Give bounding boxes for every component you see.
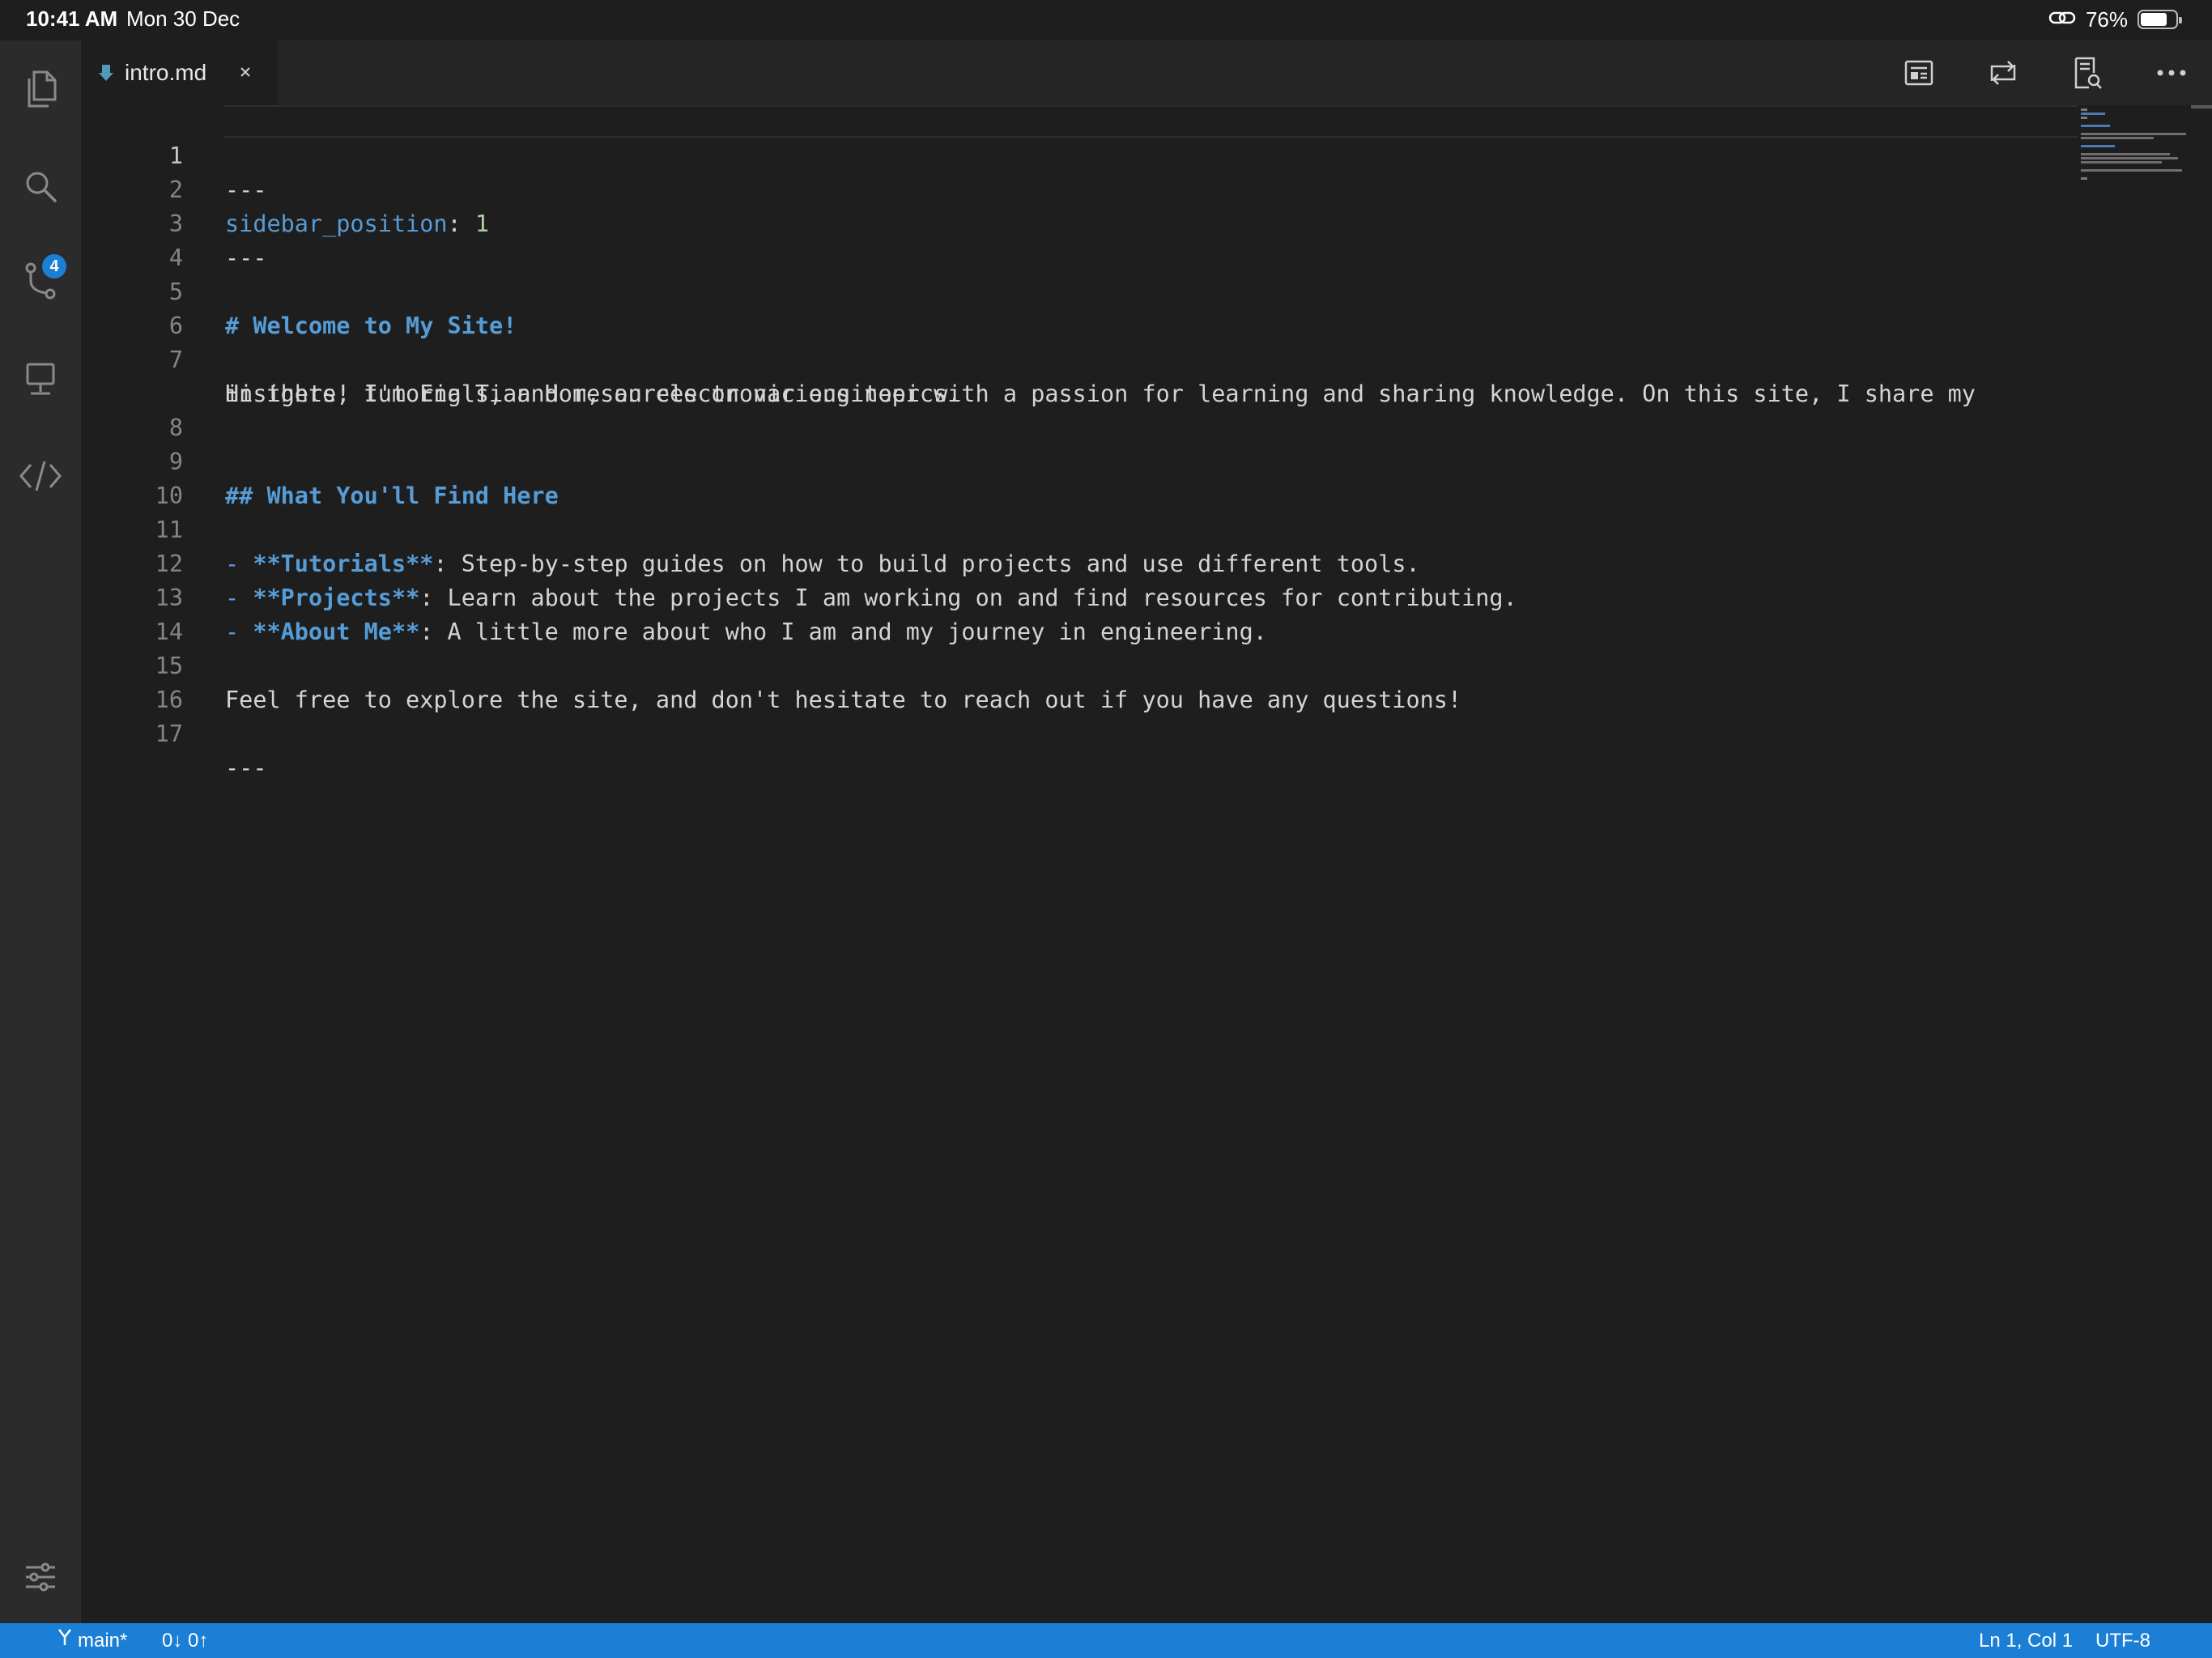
- minimap-line: [2081, 161, 2162, 164]
- minimap-line: [2081, 169, 2182, 172]
- heading-text: # Welcome to My Site!: [225, 312, 517, 339]
- tab-intro-md[interactable]: intro.md: [81, 40, 277, 105]
- code-line: 7 Hi there! I'm Eng Tian Hom, an electro…: [81, 309, 1976, 407]
- code-line: 16: [81, 649, 183, 713]
- sync-status[interactable]: 0↓ 0↑: [162, 1623, 208, 1658]
- status-bar: main* 0↓ 0↑ Ln 1, Col 1 UTF-8: [0, 1623, 2212, 1658]
- battery-percentage: 76%: [2085, 6, 2128, 32]
- heading-text: ## What You'll Find Here: [225, 483, 559, 509]
- code-line: 14: [81, 581, 183, 645]
- code-line: 10: [81, 445, 183, 509]
- code-line: 8: [81, 377, 183, 441]
- code-line: 4: [81, 207, 183, 271]
- list-text: : Learn about the projects I am working …: [419, 585, 1517, 611]
- bold-text: **Projects**: [253, 585, 420, 611]
- branch-name: main*: [78, 1630, 128, 1652]
- remote-explorer-icon[interactable]: [16, 355, 65, 403]
- bold-text: **Tutorials**: [253, 551, 434, 577]
- code-line: 3 ---: [81, 173, 267, 271]
- line-text-wrapped: insights, tutorials, and resources on va…: [225, 380, 962, 407]
- minimap-line: [2081, 113, 2105, 115]
- search-preview-icon[interactable]: [2065, 50, 2110, 96]
- code-line: 6: [81, 275, 183, 339]
- line-text: - **About Me**: A little more about who …: [225, 615, 1267, 649]
- code-editor[interactable]: 1 --- 2 sidebar_position: 1 3 --- 4 5 # …: [81, 105, 2212, 1623]
- search-icon[interactable]: [16, 162, 65, 210]
- code-line: 17 ---: [81, 683, 267, 781]
- link-icon: [2048, 8, 2076, 32]
- editor-tab-bar: intro.md: [81, 40, 2212, 105]
- minimap-line: [2081, 157, 2178, 159]
- list-text: : A little more about who I am and my jo…: [419, 619, 1267, 645]
- list-bullet: -: [225, 585, 253, 611]
- system-time: 10:41 AM: [26, 6, 118, 31]
- activity-bar: 4: [0, 40, 81, 1623]
- minimap-line: [2081, 125, 2110, 127]
- branch-icon: [57, 1623, 73, 1658]
- system-status-bar: 10:41 AM Mon 30 Dec 76%: [0, 0, 2212, 40]
- code-line: 5 # Welcome to My Site!: [81, 241, 517, 339]
- current-line-highlight: [223, 105, 2078, 138]
- minimap-line: [2081, 153, 2170, 155]
- minimap[interactable]: [2078, 105, 2191, 202]
- line-text: ---: [225, 244, 267, 271]
- line-text: - **Tutorials**: Step-by-step guides on …: [225, 547, 1420, 581]
- battery-level-fill: [2141, 13, 2167, 26]
- minimap-line: [2081, 117, 2087, 119]
- code-line: 15 Feel free to explore the site, and do…: [81, 615, 1461, 713]
- scrollbar-thumb[interactable]: [2191, 105, 2212, 108]
- minimap-line: [2081, 108, 2087, 111]
- cursor-position[interactable]: Ln 1, Col 1: [1979, 1623, 2073, 1658]
- open-preview-icon[interactable]: [1896, 50, 1942, 96]
- code-line: 11 - **Tutorials**: Step-by-step guides …: [81, 479, 1420, 577]
- minimap-line: [2081, 133, 2186, 135]
- minimap-line: [2081, 137, 2154, 139]
- system-indicators: 76%: [2048, 5, 2182, 34]
- code-line-wrap: insights, tutorials, and resources on va…: [81, 343, 961, 407]
- line-text: - **Projects**: Learn about the projects…: [225, 581, 1517, 615]
- close-icon[interactable]: [233, 60, 257, 84]
- tab-label: intro.md: [125, 60, 207, 85]
- code-line: 2 sidebar_position: 1: [81, 139, 489, 237]
- code-line: 1 ---: [81, 105, 267, 203]
- encoding-indicator[interactable]: UTF-8: [2095, 1623, 2150, 1658]
- compare-changes-icon[interactable]: [1980, 50, 2026, 96]
- battery-icon: [2138, 10, 2182, 29]
- vertical-scrollbar[interactable]: [2191, 105, 2212, 1623]
- list-bullet: -: [225, 619, 253, 645]
- frontmatter-value: 1: [474, 210, 490, 237]
- code-line: 12 - **Projects**: Learn about the proje…: [81, 513, 1517, 611]
- markdown-file-icon: [99, 63, 113, 83]
- frontmatter-key: sidebar_position: [225, 210, 448, 237]
- line-text: sidebar_position: 1: [225, 207, 489, 241]
- code-line: 9 ## What You'll Find Here: [81, 411, 559, 509]
- more-actions-icon[interactable]: [2149, 50, 2194, 96]
- list-bullet: -: [225, 551, 253, 577]
- branch-indicator[interactable]: main*: [57, 1623, 127, 1658]
- minimap-line: [2081, 177, 2087, 180]
- minimap-line: [2081, 145, 2115, 147]
- frontmatter-separator: :: [447, 210, 475, 237]
- bold-text: **About Me**: [253, 619, 420, 645]
- source-control-badge: 4: [42, 254, 66, 278]
- line-text: Feel free to explore the site, and don't…: [225, 687, 1462, 713]
- list-text: : Step-by-step guides on how to build pr…: [433, 551, 1420, 577]
- system-date: Mon 30 Dec: [126, 6, 240, 31]
- line-text: ---: [225, 176, 267, 203]
- settings-sliders-icon[interactable]: [16, 1553, 65, 1601]
- line-text: ---: [225, 755, 267, 781]
- code-icon[interactable]: [16, 452, 65, 500]
- code-line: 13 - **About Me**: A little more about w…: [81, 547, 1267, 645]
- line-number: 17: [155, 721, 183, 747]
- files-icon[interactable]: [16, 65, 65, 113]
